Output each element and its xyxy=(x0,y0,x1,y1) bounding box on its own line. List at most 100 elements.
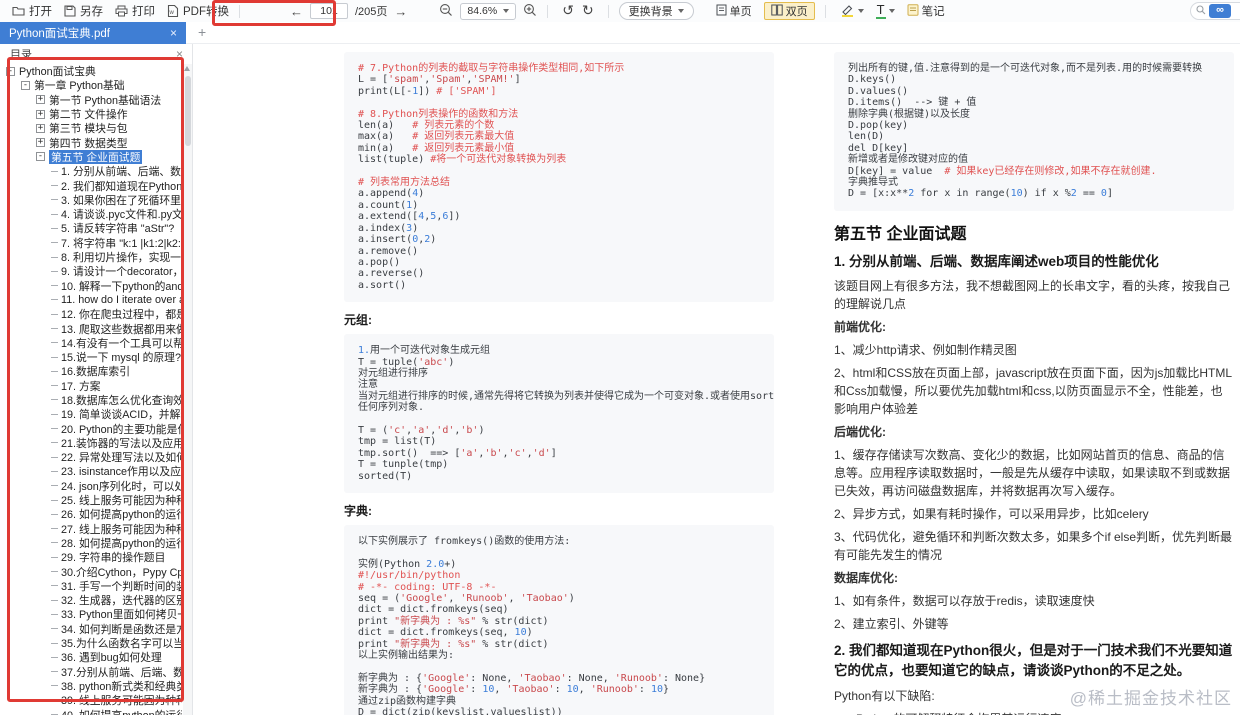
toc-item[interactable]: 29. 字符串的操作题目 xyxy=(0,550,182,564)
tree-connector xyxy=(51,185,58,187)
text-tool-button[interactable]: T xyxy=(875,3,895,19)
toc-item[interactable]: + 第四节 数据类型 xyxy=(0,135,182,150)
collapse-toggle-icon[interactable]: - xyxy=(36,152,45,162)
sidebar-scrollbar[interactable] xyxy=(183,64,192,715)
page-total-label: /205页 xyxy=(355,6,388,18)
new-tab-button[interactable]: + xyxy=(198,24,206,40)
infinity-logo-icon[interactable]: ∞ xyxy=(1209,4,1231,18)
next-page-button[interactable]: → xyxy=(394,5,407,18)
toc-item[interactable]: 11. how do I iterate over a s xyxy=(0,293,182,307)
toc-item[interactable]: 17. 方案 xyxy=(0,379,182,393)
toc-item[interactable]: 5. 请反转字符串 "aStr"? xyxy=(0,221,182,235)
print-button[interactable]: 打印 xyxy=(115,3,155,19)
scroll-up-icon[interactable] xyxy=(184,66,190,71)
tree-connector xyxy=(51,656,58,658)
rotate-left-button[interactable]: ↺ xyxy=(562,4,574,18)
paragraph: 该题目网上有很多方法，我不想截图网上的长串文字，看的头疼，按我自己的理解说几点 xyxy=(834,279,1231,312)
toc-item[interactable]: 12. 你在爬虫过程中，都是怎么 xyxy=(0,307,182,321)
toc-item-label: 30.介绍Cython，Pypy Cpytho xyxy=(61,566,182,579)
highlighter-button[interactable] xyxy=(840,3,864,20)
document-tab[interactable]: Python面试宝典.pdf × xyxy=(0,22,186,44)
collapse-toggle-icon[interactable]: - xyxy=(21,80,30,90)
toc-item[interactable]: + 第二节 文件操作 xyxy=(0,107,182,121)
zoom-out-button[interactable] xyxy=(439,3,453,20)
zoom-in-button[interactable] xyxy=(523,3,537,20)
expand-toggle-icon[interactable]: + xyxy=(36,109,45,119)
toc-item[interactable]: 27. 线上服务可能因为种种原因 xyxy=(0,522,182,536)
tree-connector xyxy=(51,513,58,515)
toc-item[interactable]: 2. 我们都知道现在Python很火 xyxy=(0,178,182,193)
change-background-button[interactable]: 更换背景 xyxy=(618,2,694,20)
toc-item[interactable]: + 第三节 模块与包 xyxy=(0,121,182,135)
scrollbar-thumb[interactable] xyxy=(184,76,191,146)
toc-header: 目录 × xyxy=(0,44,192,63)
toc-item[interactable]: 1. 分别从前端、后端、数据库阐 xyxy=(0,164,182,178)
tree-connector xyxy=(51,628,58,630)
note-button[interactable]: 笔记 xyxy=(907,3,945,19)
prev-page-button[interactable]: ← xyxy=(290,5,303,18)
toc-item[interactable]: 25. 线上服务可能因为种种原因 xyxy=(0,493,182,507)
toc-item[interactable]: 34. 如何判断是函数还是方法? xyxy=(0,622,182,636)
toc-item[interactable]: + 第一节 Python基础语法 xyxy=(0,93,182,107)
page-number-input[interactable] xyxy=(310,3,348,19)
toc-item[interactable]: 30.介绍Cython，Pypy Cpytho xyxy=(0,564,182,579)
toc-item[interactable]: 20. Python的主要功能是什么? xyxy=(0,421,182,436)
pdf-convert-button[interactable]: w PDF转换 xyxy=(167,3,229,19)
toc-item[interactable]: 36. 遇到bug如何处理 xyxy=(0,650,182,664)
zoom-level-select[interactable]: 84.6% xyxy=(460,2,517,20)
toc-item[interactable]: 3. 如果你困在了死循环里，怎么 xyxy=(0,193,182,207)
toc-item[interactable]: 21.装饰器的写法以及应用场景 xyxy=(0,436,182,450)
tab-close-icon[interactable]: × xyxy=(170,26,177,40)
tree-connector xyxy=(51,613,58,615)
search-box[interactable]: ∞ xyxy=(1190,2,1240,20)
toc-item[interactable]: 35.为什么函数名字可以当做参 xyxy=(0,636,182,650)
rotate-right-button[interactable]: ↻ xyxy=(582,4,594,18)
single-page-button[interactable]: 单页 xyxy=(710,2,758,20)
toc-item[interactable]: - 第五节 企业面试题 xyxy=(0,149,182,165)
tree-connector xyxy=(51,671,58,673)
toc-item[interactable]: 10. 解释一下python的and-or xyxy=(0,278,182,293)
toc-item[interactable]: 37.分别从前端、后端、数据库 xyxy=(0,664,182,679)
toc-item[interactable]: 40. 如何提高python的运行效 xyxy=(0,707,182,715)
toc-item[interactable]: 14.有没有一个工具可以帮助查 xyxy=(0,336,182,350)
save-as-button[interactable]: 另存 xyxy=(64,3,103,19)
toc-item[interactable]: 22. 异常处理写法以及如何主动 xyxy=(0,450,182,464)
toc-item[interactable]: 13. 爬取这些数据都用来做什么 xyxy=(0,321,182,336)
toc-item[interactable]: 23. isinstance作用以及应用场 xyxy=(0,464,182,478)
double-page-button[interactable]: 双页 xyxy=(763,2,815,20)
expand-toggle-icon[interactable]: + xyxy=(36,123,45,133)
tree-connector xyxy=(51,413,58,415)
save-icon xyxy=(64,5,76,17)
toc-item[interactable]: 15.说一下 mysql 的原理? xyxy=(0,350,182,364)
toc-item[interactable]: 31. 手写一个判断时间的装饰器 xyxy=(0,579,182,593)
expand-toggle-icon[interactable]: + xyxy=(36,95,45,105)
toc-item[interactable]: 26. 如何提高python的运行效率 xyxy=(0,507,182,521)
toc-item-label: 9. 请设计一个decorator，它可 xyxy=(61,266,182,279)
collapse-toggle-icon[interactable]: - xyxy=(6,66,15,76)
open-button[interactable]: 打开 xyxy=(12,3,52,19)
toc-item[interactable]: - 第一章 Python基础 xyxy=(0,78,182,92)
toc-item-label: 14.有没有一个工具可以帮助查 xyxy=(61,337,182,350)
toc-item[interactable]: 19. 简单谈谈ACID，并解释每 xyxy=(0,407,182,421)
toc-item[interactable]: 9. 请设计一个decorator，它可 xyxy=(0,264,182,278)
toc-item[interactable]: 28. 如何提高python的运行效率 xyxy=(0,536,182,550)
toc-item[interactable]: - Python面试宝典 xyxy=(0,64,182,78)
toc-item[interactable]: 32. 生成器，迭代器的区别? xyxy=(0,593,182,607)
toc-item[interactable]: 7. 将字符串 "k:1 |k1:2|k2:3|k3 xyxy=(0,236,182,250)
toc-item[interactable]: 4. 请谈谈.pyc文件和.py文件的 xyxy=(0,207,182,221)
toc-item[interactable]: 38. python新式类和经典类的区 xyxy=(0,679,182,693)
paragraph: 1、减少http请求、例如制作精灵图 xyxy=(834,343,1017,358)
toc-item[interactable]: 33. Python里面如何拷贝一个对 xyxy=(0,607,182,621)
tree-connector xyxy=(51,428,58,430)
tree-connector xyxy=(51,456,58,458)
toc-item-label: 19. 简单谈谈ACID，并解释每 xyxy=(61,409,182,422)
toc-item[interactable]: 18.数据库怎么优化查询效率? xyxy=(0,393,182,407)
expand-toggle-icon[interactable]: + xyxy=(36,138,45,148)
paragraph: 1、如有条件，数据可以存放于redis，读取速度快 xyxy=(834,594,1095,609)
toc-item[interactable]: 16.数据库索引 xyxy=(0,364,182,378)
toc-item[interactable]: 39. 线上服务可能因为种种原因 xyxy=(0,693,182,707)
toc-item[interactable]: 8. 利用切片操作，实现一个trim xyxy=(0,250,182,264)
toc-close-icon[interactable]: × xyxy=(176,47,183,61)
toc-item-label: 12. 你在爬虫过程中，都是怎么 xyxy=(61,309,182,322)
toc-item[interactable]: 24. json序列化时，可以处理的 xyxy=(0,479,182,493)
